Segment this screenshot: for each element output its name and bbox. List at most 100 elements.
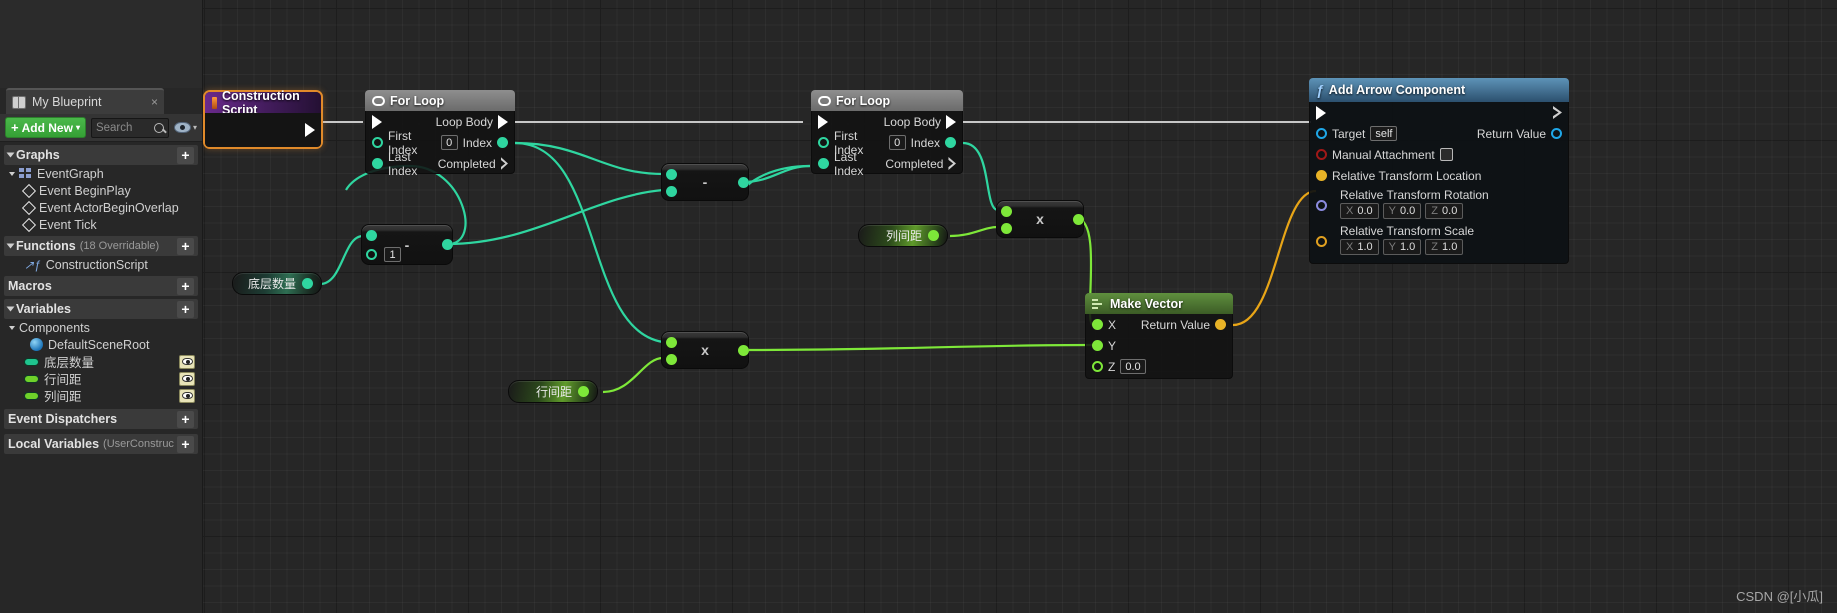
operand-a-pin[interactable] xyxy=(366,230,377,241)
node-variable-get-dicengshuliang[interactable]: 底层数量 xyxy=(232,272,322,295)
result-out-pin[interactable] xyxy=(442,239,453,250)
operand-a-pin[interactable] xyxy=(1001,206,1012,217)
variable-out-pin[interactable] xyxy=(578,386,589,397)
x-in-pin[interactable] xyxy=(1092,319,1103,330)
blueprint-graph-canvas[interactable]: Construction Script For Loop Loop Body F… xyxy=(203,0,1837,613)
relative-transform-scale-in-pin[interactable] xyxy=(1316,236,1327,247)
add-local-variable-button[interactable]: + xyxy=(177,435,194,453)
section-label-macros: Macros xyxy=(8,279,52,293)
target-in-pin[interactable] xyxy=(1316,128,1327,139)
exec-out-pin[interactable] xyxy=(305,123,315,137)
sidebar-item-eventgraph[interactable]: EventGraph xyxy=(0,165,202,182)
sidebar-group-components[interactable]: Components xyxy=(0,319,202,336)
operand-a-pin[interactable] xyxy=(666,169,677,180)
rotation-y-field[interactable]: Y 0.0 xyxy=(1382,203,1422,219)
variable-out-pin[interactable] xyxy=(928,230,939,241)
node-for-loop-2[interactable]: For Loop Loop Body First Index 0 Index L… xyxy=(811,90,963,178)
exec-in-pin[interactable] xyxy=(1316,105,1326,120)
manual-attachment-in-pin[interactable] xyxy=(1316,149,1327,160)
add-graph-button[interactable]: + xyxy=(177,146,194,164)
close-icon[interactable]: × xyxy=(151,95,158,109)
section-label-variables: Variables xyxy=(16,302,71,316)
relative-transform-rotation-in-pin[interactable] xyxy=(1316,200,1327,211)
sidebar-item-event-actorbeginoverlap[interactable]: Event ActorBeginOverlap xyxy=(0,199,202,216)
z-in-pin[interactable] xyxy=(1092,361,1103,372)
first-index-value[interactable]: 0 xyxy=(888,135,906,150)
add-new-button[interactable]: + Add New ▾ xyxy=(5,117,86,138)
manual-attachment-checkbox[interactable] xyxy=(1439,148,1453,161)
result-out-pin[interactable] xyxy=(738,177,749,188)
completed-exec-out-pin[interactable] xyxy=(948,157,956,170)
operand-a-pin[interactable] xyxy=(666,337,677,348)
exec-in-pin[interactable] xyxy=(818,114,828,129)
sidebar-item-defaultsceneroot[interactable]: DefaultSceneRoot xyxy=(0,336,202,353)
add-function-button[interactable]: + xyxy=(177,237,194,255)
sidebar-item-variable-liejianju[interactable]: 列间距 xyxy=(0,387,202,404)
tab-my-blueprint[interactable]: My Blueprint × xyxy=(6,88,164,114)
node-subtract-2[interactable]: - xyxy=(661,163,749,201)
relative-transform-location-in-pin[interactable] xyxy=(1316,170,1327,181)
section-header-functions[interactable]: Functions (18 Overridable) + xyxy=(4,236,198,256)
search-input[interactable]: Search xyxy=(90,117,169,138)
add-event-dispatcher-button[interactable]: + xyxy=(177,410,194,428)
scale-y-field[interactable]: Y 1.0 xyxy=(1382,239,1422,255)
section-header-event-dispatchers[interactable]: Event Dispatchers + xyxy=(4,409,198,429)
operand-b-pin[interactable] xyxy=(366,249,377,260)
exec-out-pin[interactable] xyxy=(1553,106,1562,119)
node-make-vector[interactable]: Make Vector X Return Value Y Z 0.0 xyxy=(1085,293,1233,379)
diamond-icon xyxy=(21,200,37,215)
operand-b-pin[interactable] xyxy=(666,354,677,365)
loop-body-exec-out-pin[interactable] xyxy=(498,114,508,129)
function-icon: ↗ƒ xyxy=(24,257,41,272)
visibility-options-button[interactable]: ▾ xyxy=(173,122,197,133)
index-out-pin[interactable] xyxy=(497,137,508,148)
eye-icon[interactable] xyxy=(179,354,195,369)
node-multiply-1[interactable]: x xyxy=(661,331,749,369)
operand-b-pin[interactable] xyxy=(666,186,677,197)
operand-b-pin[interactable] xyxy=(1001,223,1012,234)
add-macro-button[interactable]: + xyxy=(177,277,194,295)
section-label-event-dispatchers: Event Dispatchers xyxy=(8,412,118,426)
first-index-value[interactable]: 0 xyxy=(440,135,458,150)
last-index-pin[interactable] xyxy=(372,158,383,169)
rotation-z-field[interactable]: Z 0.0 xyxy=(1425,203,1464,219)
target-value[interactable]: self xyxy=(1370,126,1398,141)
variable-out-pin[interactable] xyxy=(302,278,313,289)
node-variable-get-liejianju[interactable]: 列间距 xyxy=(858,224,948,247)
index-out-pin[interactable] xyxy=(945,137,956,148)
sidebar-item-constructionscript[interactable]: ↗ƒ ConstructionScript xyxy=(0,256,202,273)
z-value[interactable]: 0.0 xyxy=(1120,359,1146,374)
exec-in-pin[interactable] xyxy=(372,114,382,129)
node-add-arrow-component[interactable]: ƒ Add Arrow Component Target self Return… xyxy=(1309,78,1569,264)
first-index-pin[interactable] xyxy=(818,137,829,148)
scale-x-field[interactable]: X 1.0 xyxy=(1340,239,1379,255)
loop-body-exec-out-pin[interactable] xyxy=(946,114,956,129)
node-variable-get-hangjianju[interactable]: 行间距 xyxy=(508,380,598,403)
node-multiply-2[interactable]: x xyxy=(996,200,1084,238)
y-in-pin[interactable] xyxy=(1092,340,1103,351)
node-for-loop-1[interactable]: For Loop Loop Body First Index 0 Index L… xyxy=(365,90,515,178)
first-index-pin[interactable] xyxy=(372,137,383,148)
section-header-graphs[interactable]: Graphs + xyxy=(4,145,198,165)
add-variable-button[interactable]: + xyxy=(177,300,194,318)
result-out-pin[interactable] xyxy=(738,345,749,356)
result-out-pin[interactable] xyxy=(1073,214,1084,225)
return-value-out-pin[interactable] xyxy=(1551,128,1562,139)
eye-icon[interactable] xyxy=(179,371,195,386)
sidebar-item-variable-dicengshuliang[interactable]: 底层数量 xyxy=(0,353,202,370)
completed-exec-out-pin[interactable] xyxy=(500,157,508,170)
sidebar-item-event-tick[interactable]: Event Tick xyxy=(0,216,202,233)
return-value-out-pin[interactable] xyxy=(1215,319,1226,330)
sidebar-item-variable-hangjianju[interactable]: 行间距 xyxy=(0,370,202,387)
eye-icon[interactable] xyxy=(179,388,195,403)
section-header-local-variables[interactable]: Local Variables (UserConstruc + xyxy=(4,434,198,454)
section-header-macros[interactable]: Macros + xyxy=(4,276,198,296)
node-subtract-1[interactable]: - 1 xyxy=(361,224,453,265)
last-index-pin[interactable] xyxy=(818,158,829,169)
node-construction-script[interactable]: Construction Script xyxy=(203,89,323,149)
operand-b-value[interactable]: 1 xyxy=(384,247,401,262)
section-header-variables[interactable]: Variables + xyxy=(4,299,198,319)
rotation-x-field[interactable]: X 0.0 xyxy=(1340,203,1379,219)
scale-z-field[interactable]: Z 1.0 xyxy=(1425,239,1464,255)
sidebar-item-event-beginplay[interactable]: Event BeginPlay xyxy=(0,182,202,199)
